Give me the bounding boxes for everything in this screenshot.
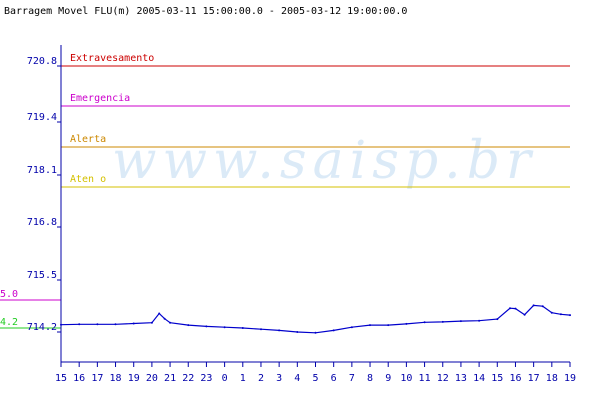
level-chart: www.saisp.br Barragem Movel FLU(m) 2005-… — [0, 6, 576, 384]
y-tick-label: 714.2 — [27, 322, 57, 333]
data-point — [569, 314, 571, 317]
x-tick-label: 23 — [200, 373, 212, 384]
x-tick-label: 10 — [400, 373, 412, 384]
y-tick-label: 719.4 — [27, 112, 57, 123]
x-tick-label: 22 — [182, 373, 194, 384]
data-point — [150, 321, 153, 324]
data-point — [478, 319, 481, 322]
x-tick-label: 5 — [312, 373, 318, 384]
x-tick-label: 12 — [437, 373, 449, 384]
data-point — [369, 324, 371, 327]
data-point — [350, 326, 353, 329]
series-line — [60, 304, 571, 334]
data-point — [496, 318, 499, 321]
data-point — [187, 324, 190, 327]
data-point — [514, 307, 517, 310]
x-tick-label: 15 — [491, 373, 503, 384]
x-tick-label: 14 — [473, 373, 485, 384]
side-marker-label: 5.0 — [0, 289, 18, 300]
data-point — [241, 327, 244, 329]
data-point — [532, 304, 535, 307]
reference-label: Emergencia — [70, 93, 130, 104]
series-group — [60, 304, 571, 334]
data-point — [509, 307, 511, 310]
data-point — [132, 322, 135, 325]
x-tick-label: 4 — [294, 373, 300, 384]
data-point — [169, 321, 172, 324]
x-tick-label: 17 — [528, 373, 540, 384]
x-tick-label: 2 — [258, 373, 264, 384]
data-point — [441, 320, 444, 323]
y-ticks: 720.8 719.4 718.1 716.8 715.5 714.2 — [27, 56, 61, 333]
data-point — [260, 328, 262, 331]
data-point — [314, 331, 317, 334]
data-point — [205, 325, 208, 328]
data-point — [332, 329, 335, 332]
x-tick-label: 21 — [164, 373, 176, 384]
data-point — [60, 323, 62, 326]
data-point — [550, 311, 553, 314]
data-point — [78, 323, 81, 326]
x-tick-label: 19 — [128, 373, 140, 384]
x-tick-label: 18 — [110, 373, 122, 384]
x-ticks: 15 16 17 18 19 20 21 22 23 0 1 2 3 4 5 6 7 8 9 10 11 12 13 14 15… — [55, 362, 576, 384]
x-tick-label: 20 — [146, 373, 158, 384]
data-point — [559, 313, 562, 316]
chart-title: Barragem Movel FLU(m) 2005-03-11 15:00:0… — [4, 6, 407, 17]
data-point — [158, 312, 161, 315]
data-point — [278, 329, 281, 332]
x-tick-label: 0 — [222, 373, 228, 384]
data-point — [223, 326, 226, 329]
data-point — [523, 313, 526, 316]
reference-label: Extravesamento — [70, 53, 154, 64]
x-tick-label: 18 — [546, 373, 558, 384]
reference-label: Alerta — [70, 134, 106, 145]
data-point — [96, 323, 99, 326]
y-tick-label: 718.1 — [27, 165, 57, 176]
x-tick-label: 15 — [55, 373, 67, 384]
y-tick-label: 716.8 — [27, 217, 57, 228]
x-tick-label: 16 — [73, 373, 85, 384]
x-tick-label: 7 — [349, 373, 355, 384]
x-tick-label: 11 — [419, 373, 431, 384]
x-tick-label: 3 — [276, 373, 282, 384]
data-point — [405, 322, 408, 325]
axes — [60, 45, 570, 363]
data-point — [459, 320, 462, 323]
x-tick-label: 1 — [240, 373, 246, 384]
reference-label: Aten o — [70, 174, 106, 185]
data-point — [541, 305, 544, 308]
data-point — [163, 317, 166, 320]
data-point — [296, 331, 299, 333]
x-tick-label: 13 — [455, 373, 467, 384]
x-tick-label: 9 — [385, 373, 391, 384]
side-marker-label: 4.2 — [0, 317, 18, 328]
data-point — [423, 321, 426, 324]
data-point — [387, 324, 390, 327]
data-point — [114, 323, 117, 326]
x-tick-label: 17 — [91, 373, 103, 384]
y-tick-label: 715.5 — [27, 270, 57, 281]
x-tick-label: 16 — [509, 373, 521, 384]
x-tick-label: 6 — [331, 373, 337, 384]
watermark: www.saisp.br — [112, 131, 537, 191]
x-tick-label: 8 — [367, 373, 373, 384]
x-tick-label: 19 — [564, 373, 576, 384]
y-tick-label: 720.8 — [27, 56, 57, 67]
